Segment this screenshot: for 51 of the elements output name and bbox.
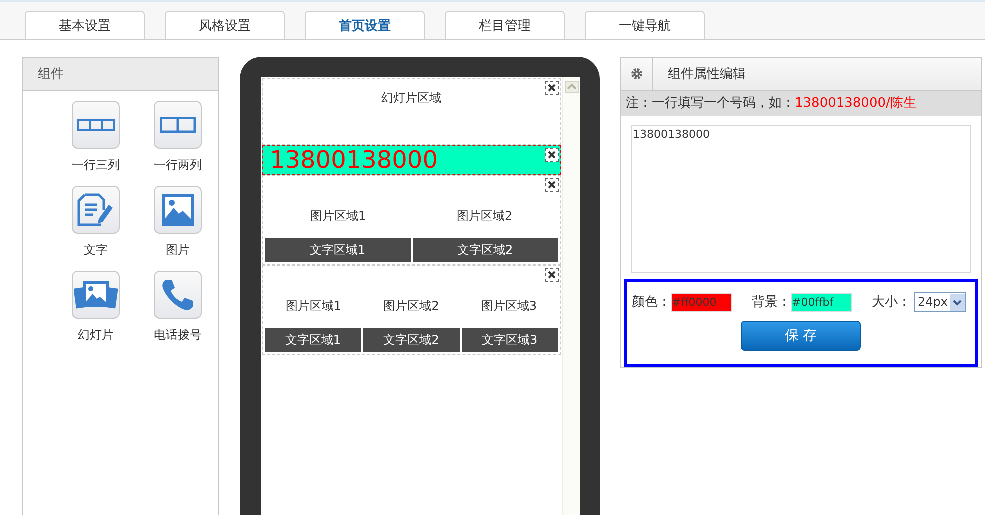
component-button[interactable] <box>72 271 120 319</box>
text-area-bar: 文字区域3 <box>462 328 558 352</box>
image-area-label: 图片区域2 <box>456 208 514 224</box>
tab[interactable]: 基本设置 <box>25 11 145 39</box>
dropdown-icon <box>950 294 965 310</box>
component-label: 一行两列 <box>154 157 202 174</box>
phone-icon <box>161 278 195 312</box>
two-columns-icon <box>160 117 196 133</box>
document-pencil-icon <box>77 193 115 227</box>
image-area-label: 图片区域1 <box>285 298 343 314</box>
panel-title: 组件 <box>38 66 64 83</box>
tab[interactable]: 栏目管理 <box>445 11 565 39</box>
component-label: 文字 <box>84 242 108 259</box>
component-button[interactable] <box>72 101 120 149</box>
scrollbar[interactable] <box>562 77 580 515</box>
tab[interactable]: 一键导航 <box>585 11 705 39</box>
background-color-field[interactable]: #00ffbf <box>791 292 852 312</box>
component-label: 图片 <box>166 242 190 259</box>
text-area-bar: 文字区域2 <box>412 238 558 262</box>
component-button[interactable] <box>154 271 202 319</box>
panel-title: 组件属性编辑 <box>668 66 746 83</box>
component-label: 一行三列 <box>72 157 120 174</box>
note-text: 注：一行填写一个号码，如：13800138000/陈生 <box>621 91 981 116</box>
text-area-bar: 文字区域1 <box>265 328 362 352</box>
image-area-label: 图片区域1 <box>309 208 368 224</box>
component-button[interactable] <box>72 186 120 234</box>
close-icon[interactable] <box>545 148 560 162</box>
tab[interactable]: 首页设置 <box>305 11 425 39</box>
component-label: 幻灯片 <box>78 327 114 344</box>
close-icon[interactable] <box>545 178 560 192</box>
background-label: 背景： <box>752 294 791 311</box>
image-area-label: 图片区域2 <box>382 298 440 314</box>
save-button[interactable]: 保 存 <box>741 321 861 351</box>
component-button[interactable] <box>154 101 202 149</box>
close-icon[interactable] <box>545 268 560 282</box>
tab[interactable]: 风格设置 <box>165 11 285 39</box>
component-label: 电话拨号 <box>154 327 202 344</box>
close-icon[interactable] <box>545 81 560 95</box>
text-area-bar: 文字区域2 <box>363 328 460 352</box>
size-label: 大小： <box>872 294 911 311</box>
text-area-bar: 文字区域1 <box>265 238 411 262</box>
image-area-label: 图片区域3 <box>480 298 538 314</box>
slideshow-area-label: 幻灯片区域 <box>382 91 442 105</box>
image-icon <box>161 193 195 227</box>
settings-icon[interactable] <box>630 68 642 80</box>
three-columns-icon <box>77 119 115 131</box>
size-select[interactable]: 24px <box>914 292 966 312</box>
component-button[interactable] <box>154 186 202 234</box>
phone-list-textarea[interactable]: 13800138000 <box>631 125 971 273</box>
color-label: 颜色： <box>632 294 671 311</box>
phone-number: 13800138000 <box>270 148 438 172</box>
